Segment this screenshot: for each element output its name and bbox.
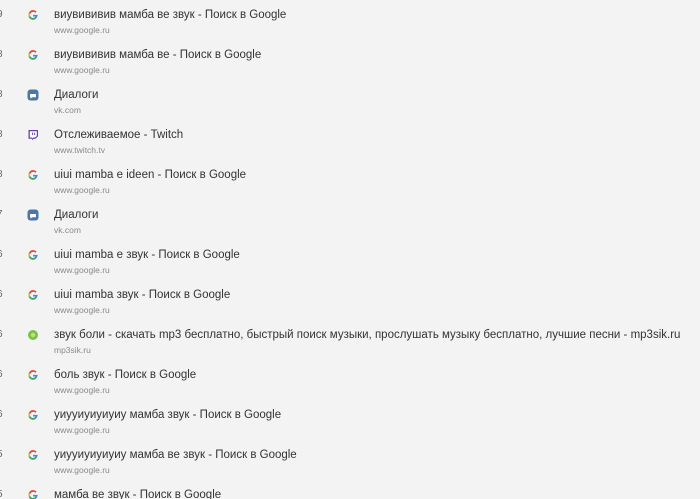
entry-title[interactable]: Диалоги (54, 208, 98, 222)
history-entry[interactable]: 5 мамба ве звук - Поиск в Google (0, 480, 700, 499)
google-icon (28, 170, 38, 180)
entry-domain: vk.com (54, 105, 81, 115)
entry-title[interactable]: звук боли - скачать mp3 бесплатно, быстр… (54, 328, 680, 342)
entry-time: 6 (0, 409, 3, 421)
history-entry[interactable]: 5 уиууиуиуиуиу мамба ве звук - Поиск в G… (0, 440, 700, 480)
entry-domain: www.google.ru (54, 25, 110, 35)
entry-title[interactable]: uiui mamba звук - Поиск в Google (54, 288, 230, 302)
mp3sik-icon (28, 330, 38, 340)
history-entry[interactable]: 6 звук боли - скачать mp3 бесплатно, быс… (0, 320, 700, 360)
entry-time: 8 (0, 49, 3, 61)
history-entry[interactable]: 8 Диалоги vk.com (0, 80, 700, 120)
entry-domain: www.google.ru (54, 425, 110, 435)
twitch-icon (28, 130, 38, 141)
vk-icon (27, 209, 39, 221)
history-entry[interactable]: 9 виувививив мамба ве звук - Поиск в Goo… (0, 0, 700, 40)
entry-title[interactable]: уиууиуиуиуиу мамба звук - Поиск в Google (54, 408, 281, 422)
entry-title[interactable]: Диалоги (54, 88, 98, 102)
history-entry[interactable]: 8 виувививив мамба ве - Поиск в Google w… (0, 40, 700, 80)
history-entry[interactable]: 6 uiui mamba e звук - Поиск в Google www… (0, 240, 700, 280)
google-icon (28, 370, 38, 380)
google-icon (28, 10, 38, 20)
entry-time: 6 (0, 289, 3, 301)
google-icon (28, 410, 38, 420)
entry-time: 6 (0, 249, 3, 261)
entry-domain: www.google.ru (54, 65, 110, 75)
entry-time: 8 (0, 169, 3, 181)
history-entry[interactable]: 7 Диалоги vk.com (0, 200, 700, 240)
google-icon (28, 490, 38, 499)
history-entry[interactable]: 6 uiui mamba звук - Поиск в Google www.g… (0, 280, 700, 320)
entry-domain: www.google.ru (54, 265, 110, 275)
vk-icon (27, 89, 39, 101)
entry-domain: www.google.ru (54, 185, 110, 195)
entry-time: 8 (0, 129, 3, 141)
entry-domain: www.google.ru (54, 385, 110, 395)
history-entry[interactable]: 8 uiui mamba e ideen - Поиск в Google ww… (0, 160, 700, 200)
entry-title[interactable]: виувививив мамба ве звук - Поиск в Googl… (54, 8, 286, 22)
entry-time: 6 (0, 369, 3, 381)
google-icon (28, 250, 38, 260)
entry-domain: www.google.ru (54, 465, 110, 475)
entry-domain: www.twitch.tv (54, 145, 106, 155)
history-entry[interactable]: 6 боль звук - Поиск в Google www.google.… (0, 360, 700, 400)
google-icon (28, 50, 38, 60)
google-icon (28, 450, 38, 460)
entry-time: 5 (0, 449, 3, 461)
history-entry[interactable]: 8 Отслеживаемое - Twitch www.twitch.tv (0, 120, 700, 160)
entry-title[interactable]: виувививив мамба ве - Поиск в Google (54, 48, 261, 62)
entry-time: 9 (0, 9, 3, 21)
entry-time: 8 (0, 89, 3, 101)
entry-domain: www.google.ru (54, 305, 110, 315)
entry-title[interactable]: Отслеживаемое - Twitch (54, 128, 183, 142)
entry-title[interactable]: uiui mamba e звук - Поиск в Google (54, 248, 240, 262)
entry-domain: vk.com (54, 225, 81, 235)
entry-time: 5 (0, 489, 3, 499)
history-list: 9 виувививив мамба ве звук - Поиск в Goo… (0, 0, 700, 499)
entry-title[interactable]: уиууиуиуиуиу мамба ве звук - Поиск в Goo… (54, 448, 297, 462)
google-icon (28, 290, 38, 300)
entry-domain: mp3sik.ru (54, 345, 91, 355)
entry-title[interactable]: боль звук - Поиск в Google (54, 368, 196, 382)
entry-time: 7 (0, 209, 3, 221)
entry-title[interactable]: мамба ве звук - Поиск в Google (54, 488, 221, 499)
entry-time: 6 (0, 329, 3, 341)
entry-title[interactable]: uiui mamba e ideen - Поиск в Google (54, 168, 246, 182)
history-entry[interactable]: 6 уиууиуиуиуиу мамба звук - Поиск в Goog… (0, 400, 700, 440)
